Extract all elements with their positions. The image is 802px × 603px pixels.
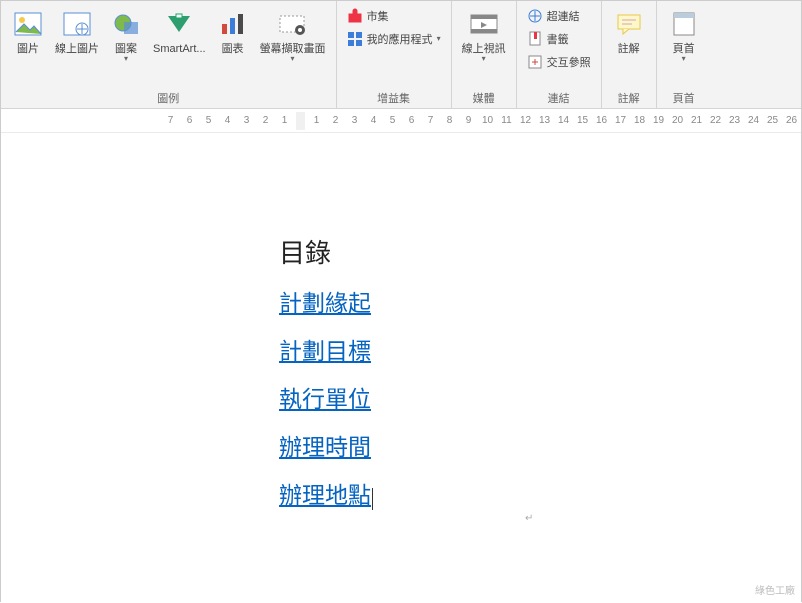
ruler-tick: 7 xyxy=(161,115,180,126)
toc-title: 目錄 xyxy=(279,233,781,270)
page[interactable]: 目錄 計劃緣起 計劃目標 執行單位 辦理時間 辦理地點 xyxy=(161,133,781,603)
chart-button[interactable]: 圖表 xyxy=(212,5,254,58)
ruler-tick: 9 xyxy=(459,115,478,126)
ruler-tick: 4 xyxy=(218,115,237,126)
group-label-comments: 註解 xyxy=(618,90,640,106)
group-label-header: 頁首 xyxy=(673,90,695,106)
ribbon-group-links: 超連結 書籤 交互參照 連結 xyxy=(517,1,602,108)
header-icon xyxy=(667,7,701,41)
ruler-tick: 3 xyxy=(345,115,364,126)
group-label-illustrations: 圖例 xyxy=(157,90,179,106)
ruler-tick: 8 xyxy=(440,115,459,126)
bookmark-icon xyxy=(527,31,543,47)
chevron-down-icon: ▾ xyxy=(124,54,128,63)
cross-reference-button[interactable]: 交互參照 xyxy=(523,51,595,73)
ruler-tick: 2 xyxy=(326,115,345,126)
group-label-links: 連結 xyxy=(548,90,570,106)
ruler-tick: 16 xyxy=(592,115,611,126)
ruler-indent-marker[interactable] xyxy=(296,112,305,130)
header-button[interactable]: 頁首 ▾ xyxy=(663,5,705,65)
my-apps-button[interactable]: 我的應用程式 ▾ xyxy=(343,28,445,50)
comment-button[interactable]: 註解 xyxy=(608,5,650,58)
smartart-button[interactable]: SmartArt... xyxy=(149,5,210,58)
shapes-icon xyxy=(109,7,143,41)
toc-link[interactable]: 執行單位 xyxy=(279,380,371,414)
chevron-down-icon: ▾ xyxy=(291,54,295,63)
ruler-tick: 18 xyxy=(630,115,649,126)
video-icon xyxy=(467,7,501,41)
comment-icon xyxy=(612,7,646,41)
ruler-tick: 11 xyxy=(497,115,516,126)
online-pictures-icon xyxy=(60,7,94,41)
chart-icon xyxy=(216,7,250,41)
chevron-down-icon: ▾ xyxy=(437,34,441,43)
ruler-tick: 25 xyxy=(763,115,782,126)
ruler-tick: 6 xyxy=(402,115,421,126)
ruler-tick: 7 xyxy=(421,115,440,126)
apps-icon xyxy=(347,31,363,47)
screenshot-icon xyxy=(276,7,310,41)
paragraph-mark-icon: ↵ xyxy=(525,513,533,524)
toc-link[interactable]: 計劃目標 xyxy=(279,332,371,366)
ruler-tick: 4 xyxy=(364,115,383,126)
ruler-tick: 24 xyxy=(744,115,763,126)
text-cursor xyxy=(372,488,373,510)
picture-icon xyxy=(11,7,45,41)
toc-link[interactable]: 辦理時間 xyxy=(279,428,371,462)
store-button[interactable]: 市集 xyxy=(343,5,445,27)
group-label-media: 媒體 xyxy=(473,90,495,106)
ruler-tick: 10 xyxy=(478,115,497,126)
ruler-tick: 13 xyxy=(535,115,554,126)
cross-ref-icon xyxy=(527,54,543,70)
toc-link[interactable]: 辦理地點 xyxy=(279,482,371,508)
ribbon-group-media: 線上視訊 ▾ 媒體 xyxy=(452,1,517,108)
watermark: 綠色工廠 xyxy=(755,582,795,597)
ribbon-group-illustrations: 圖片 線上圖片 圖案 ▾ SmartArt... xyxy=(1,1,337,108)
hyperlink-button[interactable]: 超連結 xyxy=(523,5,595,27)
ruler-tick: 2 xyxy=(256,115,275,126)
ruler-tick: 3 xyxy=(237,115,256,126)
horizontal-ruler[interactable]: 7654321 12345678910111213141516171819202… xyxy=(1,109,801,133)
ruler-tick: 17 xyxy=(611,115,630,126)
chevron-down-icon: ▾ xyxy=(482,54,486,63)
ruler-tick: 15 xyxy=(573,115,592,126)
ribbon-group-comments: 註解 註解 xyxy=(602,1,657,108)
ruler-tick: 1 xyxy=(307,115,326,126)
ruler-tick: 5 xyxy=(383,115,402,126)
online-video-button[interactable]: 線上視訊 ▾ xyxy=(458,5,510,65)
ruler-tick: 23 xyxy=(725,115,744,126)
screenshot-button[interactable]: 螢幕擷取畫面 ▾ xyxy=(256,5,330,65)
ruler-tick: 19 xyxy=(649,115,668,126)
toc-link[interactable]: 計劃緣起 xyxy=(279,284,371,318)
bookmark-button[interactable]: 書籤 xyxy=(523,28,595,50)
ruler-tick: 12 xyxy=(516,115,535,126)
ribbon: 圖片 線上圖片 圖案 ▾ SmartArt... xyxy=(1,1,801,109)
store-icon xyxy=(347,8,363,24)
group-label-addins: 增益集 xyxy=(377,90,410,106)
online-pictures-button[interactable]: 線上圖片 xyxy=(51,5,103,58)
ruler-tick: 14 xyxy=(554,115,573,126)
chevron-down-icon: ▾ xyxy=(682,54,686,63)
ruler-tick: 5 xyxy=(199,115,218,126)
shapes-button[interactable]: 圖案 ▾ xyxy=(105,5,147,65)
ribbon-group-header: 頁首 ▾ 頁首 xyxy=(657,1,711,108)
document-area[interactable]: 目錄 計劃緣起 計劃目標 執行單位 辦理時間 辦理地點 ↵ xyxy=(1,133,801,603)
ruler-tick: 26 xyxy=(782,115,801,126)
picture-button[interactable]: 圖片 xyxy=(7,5,49,58)
ruler-tick: 1 xyxy=(275,115,294,126)
ruler-tick: 22 xyxy=(706,115,725,126)
ribbon-group-addins: 市集 我的應用程式 ▾ 增益集 xyxy=(337,1,452,108)
smartart-icon xyxy=(162,7,196,41)
hyperlink-icon xyxy=(527,8,543,24)
ruler-tick: 20 xyxy=(668,115,687,126)
ruler-tick: 6 xyxy=(180,115,199,126)
ruler-tick: 21 xyxy=(687,115,706,126)
